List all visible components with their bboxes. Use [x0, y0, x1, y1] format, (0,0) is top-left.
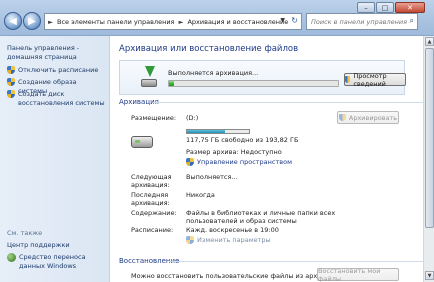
contents-value: Файлы в библиотеках и личные папки всех … — [186, 209, 336, 225]
scroll-thumb[interactable] — [425, 48, 434, 228]
support-center-link[interactable]: Центр поддержки — [7, 241, 70, 249]
change-settings-link[interactable]: Изменить параметры — [186, 236, 271, 244]
sidebar-item-disable-schedule[interactable]: Отключить расписание — [7, 66, 107, 75]
manage-space-label: Управление пространством — [197, 158, 292, 166]
view-details-label: Просмотр сведений — [353, 71, 387, 88]
archive-button[interactable]: Архивировать — [337, 111, 399, 124]
restore-files-label: Восстановить мои файлы — [318, 266, 381, 282]
location-value: (D:) — [186, 114, 199, 122]
last-archive-label: Последняя архивация: — [131, 191, 170, 207]
search-placeholder: Поиск в панели управления — [311, 17, 408, 26]
sidebar-item-recovery-disc[interactable]: Создать диск восстановления системы — [7, 90, 107, 107]
address-bar[interactable]: ► Все элементы панели управления ► Архив… — [44, 13, 302, 30]
refresh-icon[interactable]: ↻ — [291, 16, 298, 25]
transfer-icon — [7, 253, 16, 262]
search-input[interactable]: Поиск в панели управления ⌕ — [306, 13, 418, 30]
sidebar-item-label: Отключить расписание — [18, 66, 99, 74]
shield-icon — [338, 114, 346, 121]
progress-label: Выполняется архивация... — [168, 69, 259, 77]
archive-size-text: Размер архива: Недоступно — [186, 148, 282, 156]
forward-button[interactable]: ▶ — [23, 12, 41, 30]
progress-bar — [168, 80, 339, 87]
breadcrumb-backup-restore[interactable]: Архивация и восстановление — [187, 18, 288, 26]
sidebar-item-label: Создать диск восстановления системы — [18, 90, 105, 107]
restore-text: Можно восстановить пользовательские файл… — [131, 272, 330, 280]
next-archive-label: Следующая архивация: — [131, 173, 172, 189]
contents-label: Содержание: — [131, 209, 177, 217]
section-divider — [153, 102, 423, 103]
backup-icon — [140, 65, 158, 89]
chevron-down-icon[interactable]: ▼ — [280, 17, 285, 24]
breadcrumb-separator-icon: ► — [178, 17, 184, 26]
free-space-text: 117,75 ГБ свободно из 193,82 ГБ — [186, 136, 299, 144]
shield-icon — [186, 158, 194, 166]
minimize-button[interactable]: – — [357, 2, 375, 13]
archive-button-label: Архивировать — [348, 113, 398, 122]
schedule-value: Кажд. воскресенье в 19:00 — [186, 226, 279, 234]
sidebar: Панель управления - домашняя страница От… — [0, 36, 110, 282]
close-button[interactable]: ✕ — [395, 2, 425, 13]
schedule-label: Расписание: — [131, 226, 174, 234]
shield-icon — [345, 76, 351, 83]
view-details-button[interactable]: Просмотр сведений — [344, 71, 406, 88]
shield-icon — [7, 66, 15, 74]
transfer-link[interactable]: Средство переноса данных Windows — [7, 253, 107, 270]
back-arrow-icon: ◀ — [9, 15, 17, 27]
last-archive-value: Никогда — [186, 191, 215, 199]
forward-arrow-icon: ▶ — [28, 15, 36, 27]
restore-files-button[interactable]: Восстановить мои файлы — [317, 266, 399, 282]
transfer-label: Средство переноса данных Windows — [19, 253, 86, 270]
manage-space-link[interactable]: Управление пространством — [186, 158, 292, 166]
shield-icon — [7, 90, 15, 98]
back-button[interactable]: ◀ — [4, 12, 22, 30]
hard-drive-icon — [131, 136, 153, 148]
main-panel: Архивация или восстановление файлов Выпо… — [111, 36, 423, 282]
shield-icon — [186, 236, 194, 244]
title-bar: – □ ✕ ◀ ▶ ► Все элементы панели управлен… — [0, 0, 434, 36]
progress-panel: Выполняется архивация... Просмотр сведен… — [119, 60, 406, 95]
breadcrumb-separator-icon: ► — [48, 17, 53, 26]
vertical-scrollbar[interactable]: ▲ ▼ — [423, 36, 434, 282]
scroll-down-icon[interactable]: ▼ — [425, 271, 434, 280]
breadcrumb-all-items[interactable]: Все элементы панели управления — [57, 18, 174, 26]
scroll-up-icon[interactable]: ▲ — [425, 37, 434, 46]
change-settings-label: Изменить параметры — [197, 236, 271, 244]
sidebar-home-link[interactable]: Панель управления - домашняя страница — [7, 44, 107, 61]
capacity-fill — [187, 130, 225, 133]
shield-icon — [7, 78, 15, 86]
next-archive-value: Выполняется... — [186, 173, 238, 181]
capacity-bar — [186, 129, 250, 134]
location-label: Размещение: — [131, 114, 177, 122]
maximize-button[interactable]: □ — [376, 2, 394, 13]
search-icon[interactable]: ⌕ — [410, 16, 414, 26]
progress-fill — [169, 81, 175, 86]
see-also-heading: См. также — [7, 229, 43, 237]
page-title: Архивация или восстановление файлов — [119, 44, 299, 54]
section-divider — [169, 261, 423, 262]
